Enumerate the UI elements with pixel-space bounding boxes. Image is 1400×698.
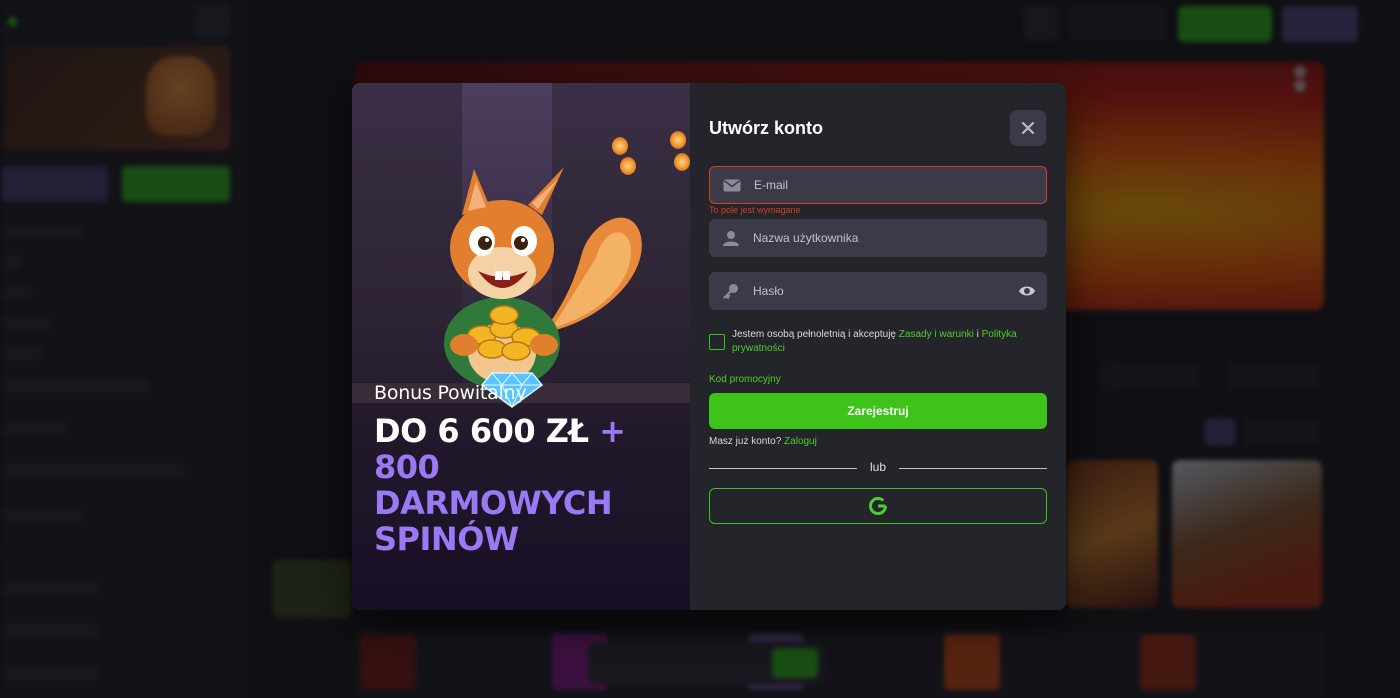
consent-label: Jestem osobą pełnoletnią i akceptuję <box>732 329 896 340</box>
promo-code-link[interactable]: Kod promocyjny <box>709 374 781 385</box>
email-field[interactable] <box>709 166 1047 204</box>
or-divider: lub <box>709 460 1047 476</box>
close-icon <box>1021 121 1035 135</box>
bonus-subtitle: Bonus Powitalny <box>374 382 527 404</box>
bonus-headline: DO 6 600 ZŁ + 800 DARMOWYCH SPINÓW <box>374 413 674 557</box>
divider-label: lub <box>869 460 886 474</box>
register-modal: Bonus Powitalny DO 6 600 ZŁ + 800 DARMOW… <box>352 83 1066 610</box>
google-icon <box>868 496 887 516</box>
modal-title: Utwórz konto <box>709 118 823 138</box>
bonus-plus: + <box>599 412 626 450</box>
email-error-message: To pole jest wymagane <box>709 205 801 215</box>
bonus-spins-count: 800 <box>374 448 440 486</box>
key-icon <box>709 283 753 299</box>
divider-line <box>899 468 1047 469</box>
register-form-panel: Utwórz konto To pole jest wymagane <box>690 83 1066 610</box>
terms-link[interactable]: Zasady i warunki <box>899 329 974 340</box>
bonus-spins-word1: DARMOWYCH <box>374 484 613 522</box>
close-button[interactable] <box>1010 110 1046 146</box>
mail-icon <box>710 179 754 192</box>
register-button[interactable]: Zarejestruj <box>709 393 1047 429</box>
consent-and: i <box>976 329 979 340</box>
terms-consent: Jestem osobą pełnoletnią i akceptuję Zas… <box>709 328 1047 356</box>
have-account-text: Masz już konto? Zaloguj <box>709 436 817 447</box>
user-icon <box>709 230 753 246</box>
password-field[interactable] <box>709 272 1047 310</box>
squirrel-mascot-image <box>444 167 642 389</box>
eye-icon[interactable] <box>1007 285 1047 297</box>
bonus-spins-word2: SPINÓW <box>374 520 519 558</box>
consent-text: Jestem osobą pełnoletnią i akceptuję Zas… <box>732 328 1047 356</box>
login-link[interactable]: Zaloguj <box>784 436 817 447</box>
google-signin-button[interactable] <box>709 488 1047 524</box>
username-field[interactable] <box>709 219 1047 257</box>
password-input[interactable] <box>753 272 1007 310</box>
terms-checkbox[interactable] <box>709 334 725 350</box>
bonus-promo-panel: Bonus Powitalny DO 6 600 ZŁ + 800 DARMOW… <box>352 83 690 610</box>
bonus-amount: DO 6 600 ZŁ <box>374 412 589 450</box>
have-account-label: Masz już konto? <box>709 436 782 447</box>
username-input[interactable] <box>753 219 1047 257</box>
email-input[interactable] <box>754 167 1046 203</box>
